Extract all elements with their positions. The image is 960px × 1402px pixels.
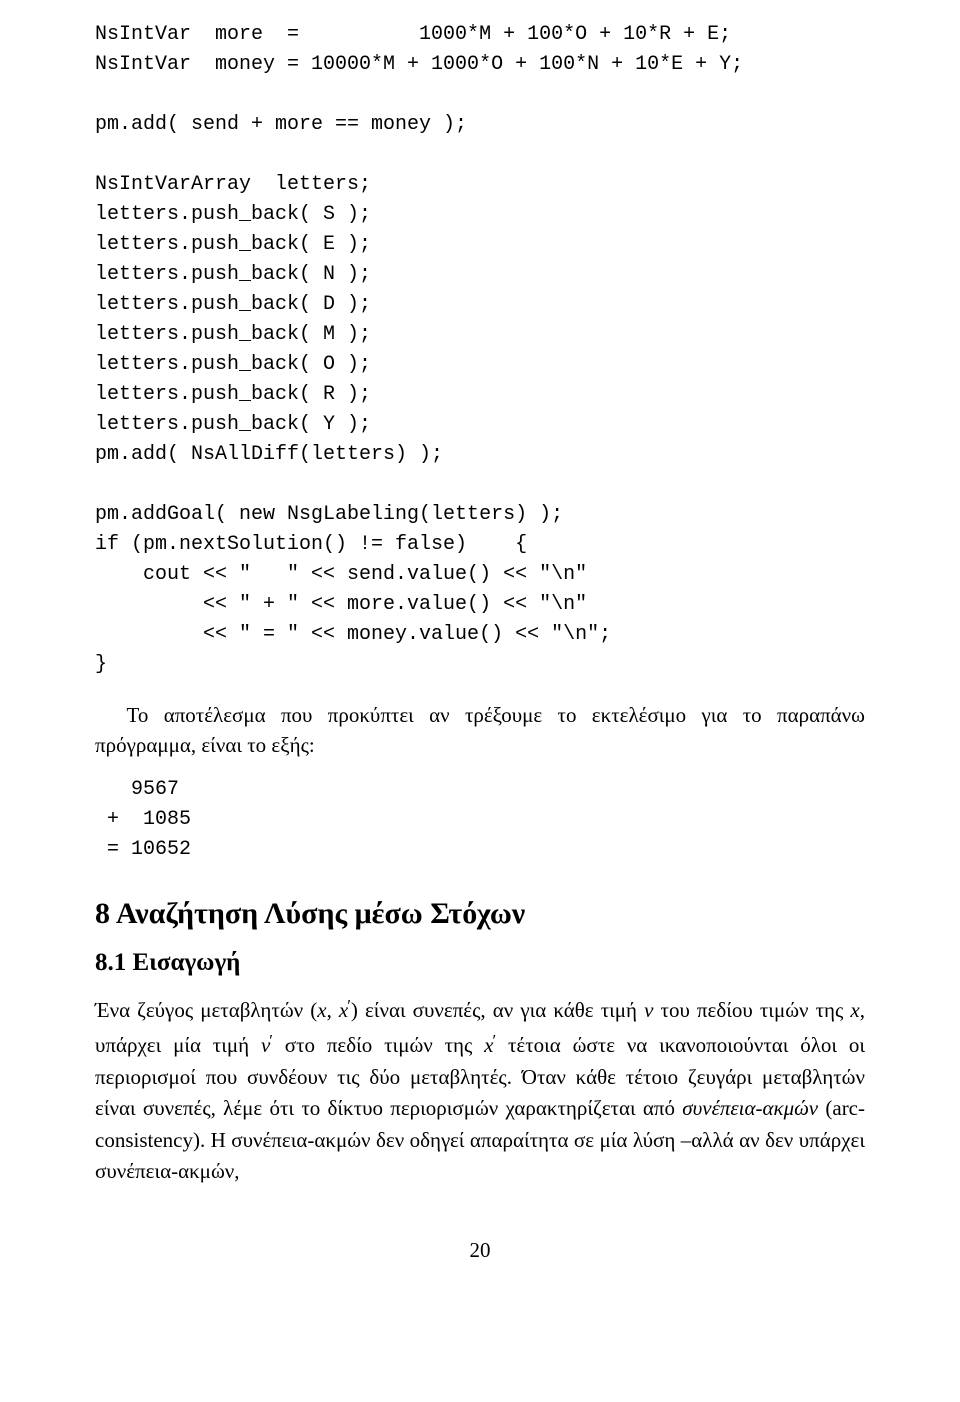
intro-paragraph: Ένα ζεύγος μεταβλητών (x, x′) είναι συνε… (95, 991, 865, 1188)
paragraph-result-intro: Το αποτέλεσμα που προκύπτει αν τρέξουμε … (95, 700, 865, 761)
math-vprime: v′ (261, 1033, 273, 1057)
text-run: στο πεδίο τιμών της (273, 1033, 484, 1057)
text-run: του πεδίου τιμών της (653, 998, 850, 1022)
page: NsIntVar more = 1000*M + 100*O + 10*R + … (0, 0, 960, 1303)
text-run (332, 998, 339, 1022)
math-x2: x (850, 998, 859, 1022)
math-x3: x′ (484, 1033, 496, 1057)
text-run: Ένα ζεύγος μεταβλητών ( (95, 998, 317, 1022)
code-block-1: NsIntVar more = 1000*M + 100*O + 10*R + … (95, 20, 865, 680)
page-number: 20 (95, 1238, 865, 1263)
text-run: ) είναι συνεπές, αν για κάθε τιμή (351, 998, 644, 1022)
program-output: 9567 + 1085 = 10652 (95, 775, 865, 865)
subsection-heading-8-1: 8.1 Εισαγωγή (95, 949, 865, 977)
section-heading-8: 8 Αναζήτηση Λύσης μέσω Στόχων (95, 897, 865, 931)
math-x: x (317, 998, 326, 1022)
emphasis-arc-consistency: συνέπεια-ακμών (682, 1096, 818, 1120)
math-xprime: x′ (339, 998, 351, 1022)
